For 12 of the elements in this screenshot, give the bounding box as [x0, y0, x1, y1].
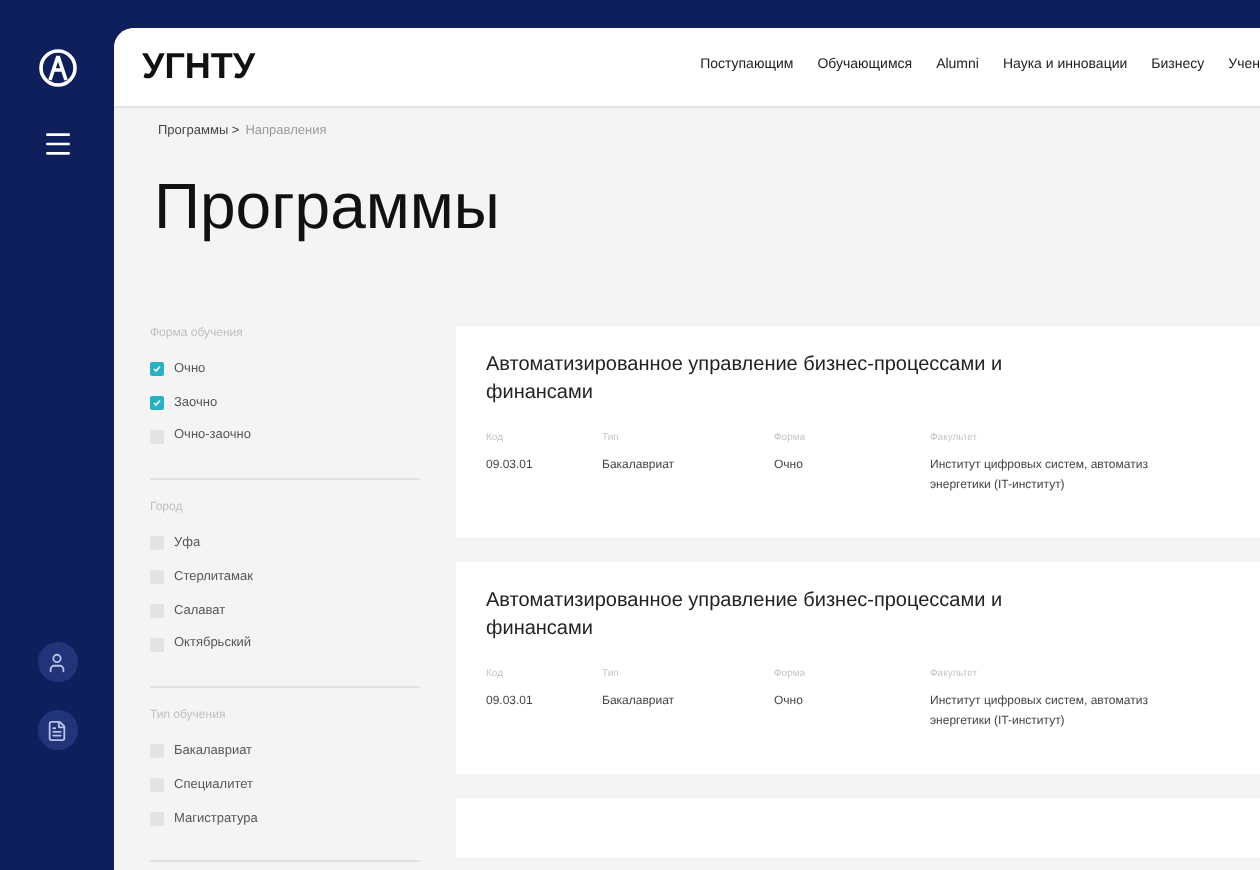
checkbox[interactable] [150, 395, 164, 410]
person-icon [46, 651, 68, 673]
checkbox[interactable] [150, 362, 164, 377]
document-button[interactable] [37, 710, 77, 750]
program-title: Автоматизированное управление бизнес-процессами и финансами [486, 587, 1005, 644]
profile-button[interactable] [37, 642, 77, 682]
menu-icon[interactable] [41, 128, 73, 160]
page-title: Программы [152, 173, 502, 238]
logo-icon[interactable] [37, 48, 77, 88]
brand-name[interactable]: УГНТУ [142, 40, 256, 94]
document-icon [46, 719, 68, 741]
program-title: Автоматизированное управление бизнес-процессами и финансами [486, 351, 1005, 408]
